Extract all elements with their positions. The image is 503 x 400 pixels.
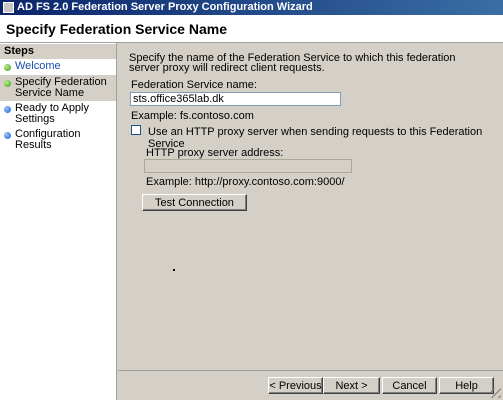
pending-status-icon bbox=[4, 106, 11, 113]
test-connection-button[interactable]: Test Connection bbox=[142, 194, 247, 211]
steps-sidebar: Steps Welcome Specify Federation Service… bbox=[0, 43, 117, 400]
help-button[interactable]: Help bbox=[439, 377, 494, 394]
step-specify-federation-service-name[interactable]: Specify Federation Service Name bbox=[0, 75, 116, 101]
step-welcome[interactable]: Welcome bbox=[0, 59, 116, 75]
page-title: Specify Federation Service Name bbox=[6, 21, 227, 37]
pending-status-icon bbox=[4, 132, 11, 139]
step-label: Configuration Results bbox=[15, 128, 81, 151]
proxy-address-input[interactable] bbox=[144, 159, 352, 173]
proxy-address-label: HTTP proxy server address: bbox=[146, 147, 284, 159]
next-button[interactable]: Next > bbox=[323, 377, 380, 394]
intro-text: Specify the name of the Federation Servi… bbox=[129, 52, 456, 74]
window-titlebar[interactable]: AD FS 2.0 Federation Server Proxy Config… bbox=[0, 0, 503, 15]
stray-dot bbox=[173, 269, 175, 271]
main-content: Specify the name of the Federation Servi… bbox=[118, 43, 503, 370]
current-status-icon bbox=[4, 80, 11, 87]
cancel-button[interactable]: Cancel bbox=[382, 377, 437, 394]
window-title: AD FS 2.0 Federation Server Proxy Config… bbox=[17, 1, 313, 13]
app-icon bbox=[3, 2, 14, 13]
step-label: Ready to Apply Settings bbox=[15, 102, 89, 125]
wizard-footer: < Previous Next > Cancel Help bbox=[118, 370, 503, 400]
federation-service-name-input[interactable]: sts.office365lab.dk bbox=[130, 92, 341, 106]
resize-grip[interactable] bbox=[491, 388, 501, 398]
federation-service-name-label: Federation Service name: bbox=[131, 79, 257, 91]
step-label: Specify Federation Service Name bbox=[15, 76, 107, 99]
steps-title: Steps bbox=[0, 44, 116, 59]
use-http-proxy-checkbox[interactable] bbox=[131, 125, 141, 135]
step-configuration-results: Configuration Results bbox=[0, 127, 116, 153]
wizard-header: Specify Federation Service Name bbox=[0, 15, 503, 43]
step-label: Welcome bbox=[15, 60, 61, 72]
completed-status-icon bbox=[4, 64, 11, 71]
previous-button[interactable]: < Previous bbox=[268, 377, 323, 394]
proxy-address-example: Example: http://proxy.contoso.com:9000/ bbox=[146, 176, 345, 188]
step-ready-to-apply-settings: Ready to Apply Settings bbox=[0, 101, 116, 127]
federation-service-example: Example: fs.contoso.com bbox=[131, 110, 254, 122]
